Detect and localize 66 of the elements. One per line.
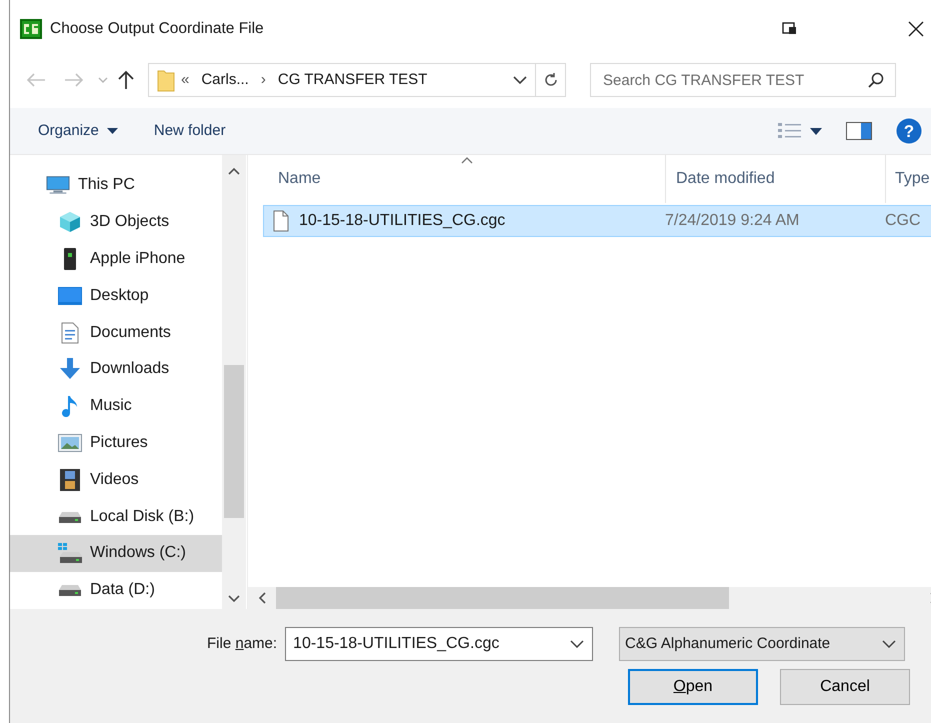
chevron-down-icon[interactable] [882,640,896,648]
scroll-up-icon[interactable] [228,167,240,175]
breadcrumb-segment[interactable]: Carls... [195,68,255,92]
cancel-button[interactable]: Cancel [780,669,910,705]
address-bar[interactable]: « Carls... › CG TRANSFER TEST [148,63,566,97]
picture-icon [58,434,82,452]
sidebar-item[interactable]: Apple iPhone [10,240,222,278]
sidebar-item[interactable]: Windows (C:) [10,534,222,572]
drive-icon [58,543,82,564]
scroll-down-icon[interactable] [228,595,240,603]
sidebar-item[interactable]: Documents [10,314,222,351]
caret-icon [106,128,118,134]
scrollbar-thumb[interactable] [224,365,244,518]
file-name-label: File name: [207,634,278,654]
window-title: Choose Output Coordinate File [50,19,265,40]
music-note-icon [62,395,78,418]
drive-icon [59,584,81,596]
file-name: 10-15-18-UTILITIES_CG.cgc [299,211,506,231]
drive-icon [59,510,81,523]
organize-button[interactable]: Organize [24,116,132,146]
sidebar-item[interactable]: Desktop [10,277,222,314]
sort-ascending-icon [461,157,473,164]
scroll-left-icon[interactable] [258,592,266,604]
new-folder-button[interactable]: New folder [140,116,240,146]
up-arrow-icon[interactable] [118,70,134,90]
monitor-icon [58,286,82,305]
sidebar-item[interactable]: Pictures [10,424,222,462]
file-type: CGC [885,211,921,231]
open-button[interactable]: Open [628,669,758,705]
sidebar-item[interactable]: Data (D:) [10,572,222,609]
computer-icon [46,175,70,196]
phone-icon [64,248,76,270]
sidebar-item[interactable]: Downloads [10,350,222,388]
caret-icon[interactable] [810,128,822,134]
scrollbar-thumb[interactable] [276,587,729,609]
file-icon [273,210,289,232]
folder-icon [157,68,175,92]
sidebar-item[interactable]: Music [10,388,222,425]
search-icon[interactable] [868,72,884,88]
preview-pane-icon[interactable] [846,122,872,140]
search-field[interactable]: Search CG TRANSFER TEST [590,63,896,97]
column-header[interactable]: Type [886,155,931,203]
file-name-field[interactable]: 10-15-18-UTILITIES_CG.cgc [285,627,594,661]
restore-icon[interactable] [782,22,798,36]
breadcrumb-separator: › [260,70,267,90]
document-icon [61,322,79,344]
sidebar-item[interactable]: This PC [10,167,222,204]
overflow-chevron[interactable]: « [175,68,196,92]
column-header[interactable]: Date modified [666,155,886,203]
sidebar-item[interactable]: Videos [10,461,222,498]
file-type-dropdown[interactable]: C&G Alphanumeric Coordinate [619,627,906,661]
file-date: 7/24/2019 9:24 AM [665,211,800,231]
sidebar-item[interactable]: 3D Objects [10,204,222,241]
film-icon [60,468,80,491]
help-icon[interactable]: ? [896,118,922,144]
chevron-down-icon[interactable] [513,76,527,84]
breadcrumb-segment[interactable]: CG TRANSFER TEST [272,68,434,92]
app-icon [20,19,42,39]
refresh-icon [542,72,558,88]
file-row[interactable]: 10-15-18-UTILITIES_CG.cgc 7/24/2019 9:24 AM CGC [263,205,931,237]
close-icon[interactable] [908,21,924,37]
sidebar-item[interactable]: Local Disk (B:) [10,498,222,535]
chevron-down-icon[interactable] [570,640,584,648]
column-header[interactable]: Name [248,155,666,203]
cube-icon [59,211,81,234]
down-arrow-icon [59,358,81,380]
